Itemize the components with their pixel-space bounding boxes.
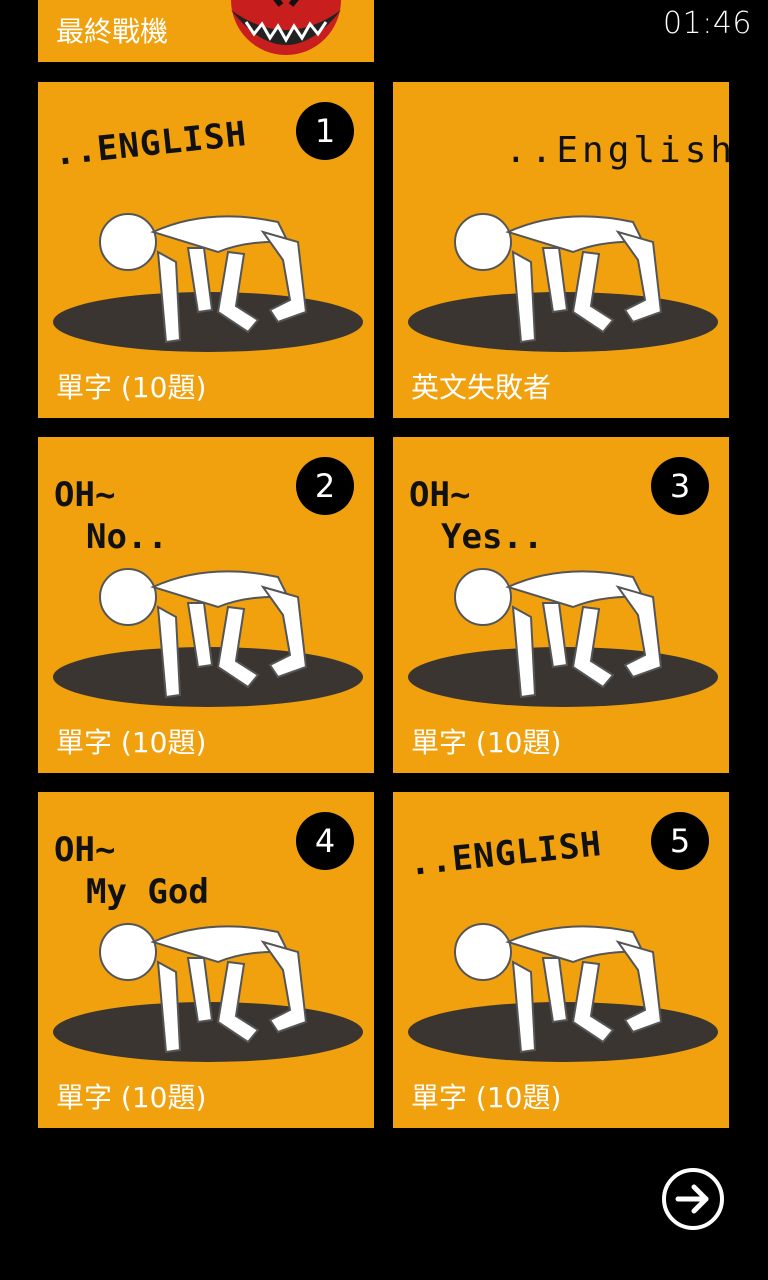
tile-caption: OH~: [54, 830, 116, 870]
orz-figure-icon: [52, 923, 364, 1063]
tile-label: 單字 (10題): [56, 726, 207, 759]
arrow-right-circle-icon: [675, 1184, 709, 1214]
tile-badge: 4: [296, 812, 354, 870]
tile-vocab-4[interactable]: OH~ My God 4 單字 (10題): [38, 792, 374, 1128]
next-page-button[interactable]: [662, 1168, 724, 1230]
orz-figure-icon: [52, 568, 364, 708]
tile-badge: 3: [651, 457, 709, 515]
tile-vocab-2[interactable]: OH~ No.. 2 單字 (10題): [38, 437, 374, 773]
tile-caption: ..ENGLISH: [407, 824, 604, 884]
tile-label: 單字 (10題): [411, 1081, 562, 1114]
orz-figure-icon: [52, 213, 364, 353]
tile-label: 最終戰機: [56, 15, 169, 48]
tile-badge: 5: [651, 812, 709, 870]
tile-caption: ..ENGLISH: [52, 114, 249, 174]
tile-label: 單字 (10題): [56, 371, 207, 404]
tile-label: 單字 (10題): [56, 1081, 207, 1114]
tile-vocab-3[interactable]: OH~ Yes.. 3 單字 (10題): [393, 437, 729, 773]
tile-vocab-1[interactable]: ..ENGLISH 1 單字 (10題): [38, 82, 374, 418]
orz-figure-icon: [407, 213, 719, 353]
tile-label: 英文失敗者: [411, 371, 552, 404]
top-tile-final-fighter[interactable]: 最終戰機: [38, 0, 374, 62]
tile-badge: 2: [296, 457, 354, 515]
tile-caption: OH~: [409, 475, 471, 515]
tile-label: 單字 (10題): [411, 726, 562, 759]
tile-caption: OH~: [54, 475, 116, 515]
orz-figure-icon: [407, 923, 719, 1063]
tile-badge: 1: [296, 102, 354, 160]
tile-english-loser[interactable]: ..English 英文失敗者: [393, 82, 729, 418]
status-clock: 01:46: [663, 6, 752, 41]
tile-caption: ..English: [505, 130, 729, 171]
monster-icon: [231, 0, 341, 55]
orz-figure-icon: [407, 568, 719, 708]
tile-vocab-5[interactable]: ..ENGLISH 5 單字 (10題): [393, 792, 729, 1128]
